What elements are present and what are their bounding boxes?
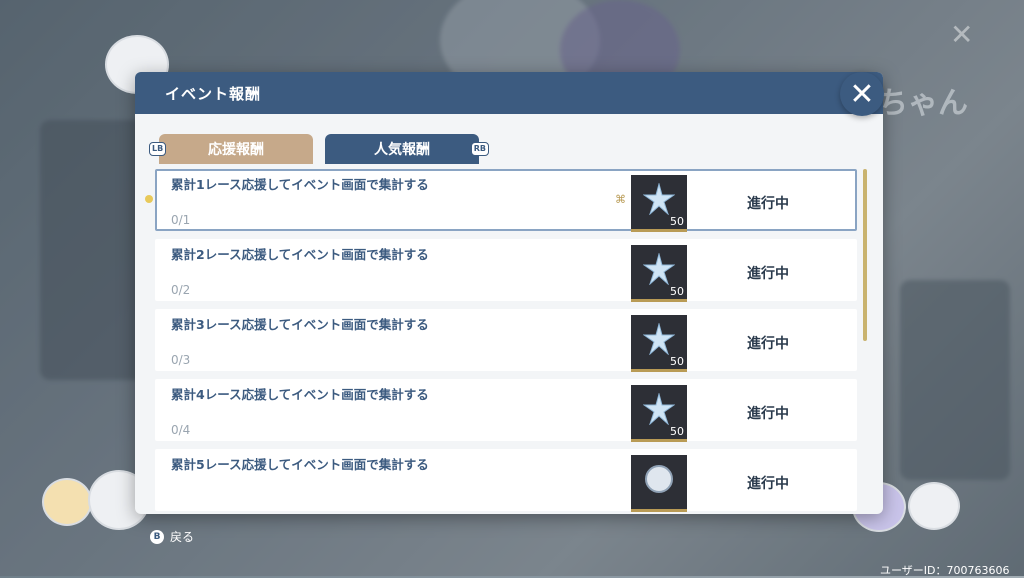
modal-title: イベント報酬 [165, 84, 262, 103]
reward-condition: 累計2レース応援してイベント画面で集計する [171, 247, 429, 262]
crystal-star-icon [643, 183, 675, 215]
close-icon: ✕ [849, 76, 875, 112]
tab-label: 人気報酬 [374, 142, 430, 158]
reward-progress: 0/3 [171, 353, 191, 367]
reward-condition: 累計4レース応援してイベント画面で集計する [171, 387, 429, 402]
b-button-icon: B [150, 529, 164, 544]
reward-item-thumbnail[interactable]: 50 [631, 315, 687, 372]
reward-tabs: LB 応援報酬 人気報酬 RB [149, 134, 489, 164]
reward-status: 進行中 [747, 266, 789, 282]
background-close-icon: ✕ [950, 18, 974, 51]
list-scrollbar[interactable] [863, 169, 867, 341]
reward-status: 進行中 [747, 196, 789, 212]
reward-item-count: 50 [670, 355, 684, 368]
close-button[interactable]: ✕ [840, 72, 884, 116]
event-reward-modal: イベント報酬 LB 応援報酬 人気報酬 RB 累計1レース応援してイベント画面で… [135, 72, 883, 514]
reward-condition: 累計3レース応援してイベント画面で集計する [171, 317, 429, 332]
reward-item-thumbnail[interactable]: 50 [631, 385, 687, 442]
reward-item-count: 50 [670, 425, 684, 438]
reward-progress: 0/1 [171, 213, 191, 227]
reward-progress: 0/2 [171, 283, 191, 297]
reward-progress: 0/4 [171, 423, 191, 437]
back-hint[interactable]: B 戻る [150, 528, 194, 545]
reward-item-thumbnail[interactable]: 50 [631, 245, 687, 302]
reward-status: 進行中 [747, 476, 789, 492]
crystal-star-icon [643, 323, 675, 355]
reward-row[interactable]: 累計5レース応援してイベント画面で集計する 進行中 [155, 449, 857, 512]
crystal-star-icon [643, 253, 675, 285]
rb-hint-icon: RB [470, 142, 489, 156]
selection-marker-icon [145, 195, 153, 203]
tab-support-reward[interactable]: LB 応援報酬 [149, 134, 313, 164]
reward-row[interactable]: 累計2レース応援してイベント画面で集計する 0/2 50 進行中 [155, 239, 857, 302]
reward-item-count: 50 [670, 215, 684, 228]
reward-row[interactable]: 累計1レース応援してイベント画面で集計する 0/1 ⌘ 50 進行中 [145, 169, 857, 232]
reward-item-count: 50 [670, 285, 684, 298]
reward-item-thumbnail[interactable]: 50 [631, 175, 687, 232]
back-label: 戻る [170, 530, 195, 544]
coin-icon [645, 465, 673, 493]
modal-header: イベント報酬 [135, 72, 883, 114]
reward-row[interactable]: 累計3レース応援してイベント画面で集計する 0/3 50 進行中 [155, 309, 857, 372]
reward-status: 進行中 [747, 336, 789, 352]
lb-hint-icon: LB [149, 142, 167, 156]
reward-row[interactable]: 累計4レース応援してイベント画面で集計する 0/4 50 進行中 [155, 379, 857, 442]
tab-popular-reward[interactable]: 人気報酬 RB [325, 134, 489, 164]
reward-condition: 累計1レース応援してイベント画面で集計する [171, 177, 429, 192]
tab-label: 応援報酬 [208, 142, 264, 158]
reward-list: 累計1レース応援してイベント画面で集計する 0/1 ⌘ 50 進行中 累計2レー… [145, 169, 857, 514]
cursor-icon: ⌘ [615, 193, 626, 206]
crystal-star-icon [643, 393, 675, 425]
reward-status: 進行中 [747, 406, 789, 422]
reward-condition: 累計5レース応援してイベント画面で集計する [171, 457, 429, 472]
reward-item-thumbnail[interactable] [631, 455, 687, 512]
mascot-bottom-right-2 [908, 482, 960, 530]
mascot-bottom-left-1 [42, 478, 92, 526]
